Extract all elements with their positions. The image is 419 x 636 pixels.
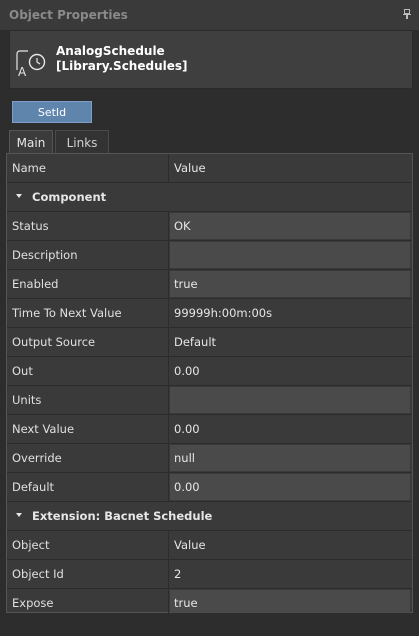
property-row-description: Description <box>7 241 412 270</box>
svg-text:A: A <box>18 65 27 78</box>
tab-links[interactable]: Links <box>55 130 109 154</box>
column-header-name: Name <box>12 161 46 175</box>
property-row-override: Override null <box>7 444 412 473</box>
setid-button[interactable]: SetId <box>12 101 92 123</box>
column-header-value: Value <box>174 161 206 175</box>
collapse-caret-icon[interactable] <box>16 513 22 517</box>
property-row-default: Default 0.00 <box>7 473 412 502</box>
property-label: Enabled <box>12 277 59 291</box>
property-value-object: Value <box>174 538 206 552</box>
property-label: Output Source <box>12 335 96 349</box>
property-value-description[interactable] <box>170 242 410 268</box>
panel-title: Object Properties <box>9 8 128 22</box>
property-row-enabled: Enabled true <box>7 270 412 299</box>
property-row-out: Out 0.00 <box>7 357 412 386</box>
object-library: [Library.Schedules] <box>56 59 188 73</box>
property-label: Status <box>12 219 49 233</box>
property-row-output-source: Output Source Default <box>7 328 412 357</box>
property-value-next-value: 0.00 <box>174 422 200 436</box>
section-title: Component <box>32 190 107 204</box>
property-label: Time To Next Value <box>12 306 122 320</box>
property-grid: Name Value Component Status OK Descripti… <box>6 153 413 618</box>
property-value-output-source: Default <box>174 335 217 349</box>
section-extension-bacnet-schedule[interactable]: Extension: Bacnet Schedule <box>7 502 412 531</box>
property-value-time-to-next-value: 99999h:00m:00s <box>174 306 273 320</box>
grid-header-row: Name Value <box>7 154 412 183</box>
property-label: Default <box>12 480 55 494</box>
property-value-units[interactable] <box>170 387 410 413</box>
property-label: Next Value <box>12 422 75 436</box>
section-title: Extension: Bacnet Schedule <box>32 509 213 523</box>
property-row-object-id: Object Id 2 <box>7 560 412 589</box>
panel-footer <box>0 613 419 636</box>
collapse-caret-icon[interactable] <box>16 194 22 198</box>
panel-titlebar: Object Properties <box>0 0 419 30</box>
object-name: AnalogSchedule [Library.Schedules] <box>56 44 188 74</box>
property-label: Description <box>12 248 78 262</box>
property-label: Out <box>12 364 33 378</box>
property-row-time-to-next-value: Time To Next Value 99999h:00m:00s <box>7 299 412 328</box>
property-label: Units <box>12 393 42 407</box>
property-value-out: 0.00 <box>174 364 200 378</box>
property-row-units: Units <box>7 386 412 415</box>
property-row-next-value: Next Value 0.00 <box>7 415 412 444</box>
property-value-default[interactable]: 0.00 <box>170 474 410 500</box>
property-label: Override <box>12 451 62 465</box>
tab-main[interactable]: Main <box>9 130 53 154</box>
section-component[interactable]: Component <box>7 183 412 212</box>
property-value-enabled[interactable]: true <box>170 271 410 297</box>
property-value-status[interactable]: OK <box>170 213 410 239</box>
property-row-status: Status OK <box>7 212 412 241</box>
property-label: Object Id <box>12 567 64 581</box>
property-label: Object <box>12 538 50 552</box>
object-header: A AnalogSchedule [Library.Schedules] <box>9 30 413 89</box>
property-value-override[interactable]: null <box>170 445 410 471</box>
object-type: AnalogSchedule <box>56 44 165 58</box>
analog-schedule-clock-icon: A <box>14 48 48 79</box>
property-value-object-id: 2 <box>174 567 182 581</box>
property-row-object: Object Value <box>7 531 412 560</box>
pin-icon[interactable] <box>403 9 411 19</box>
